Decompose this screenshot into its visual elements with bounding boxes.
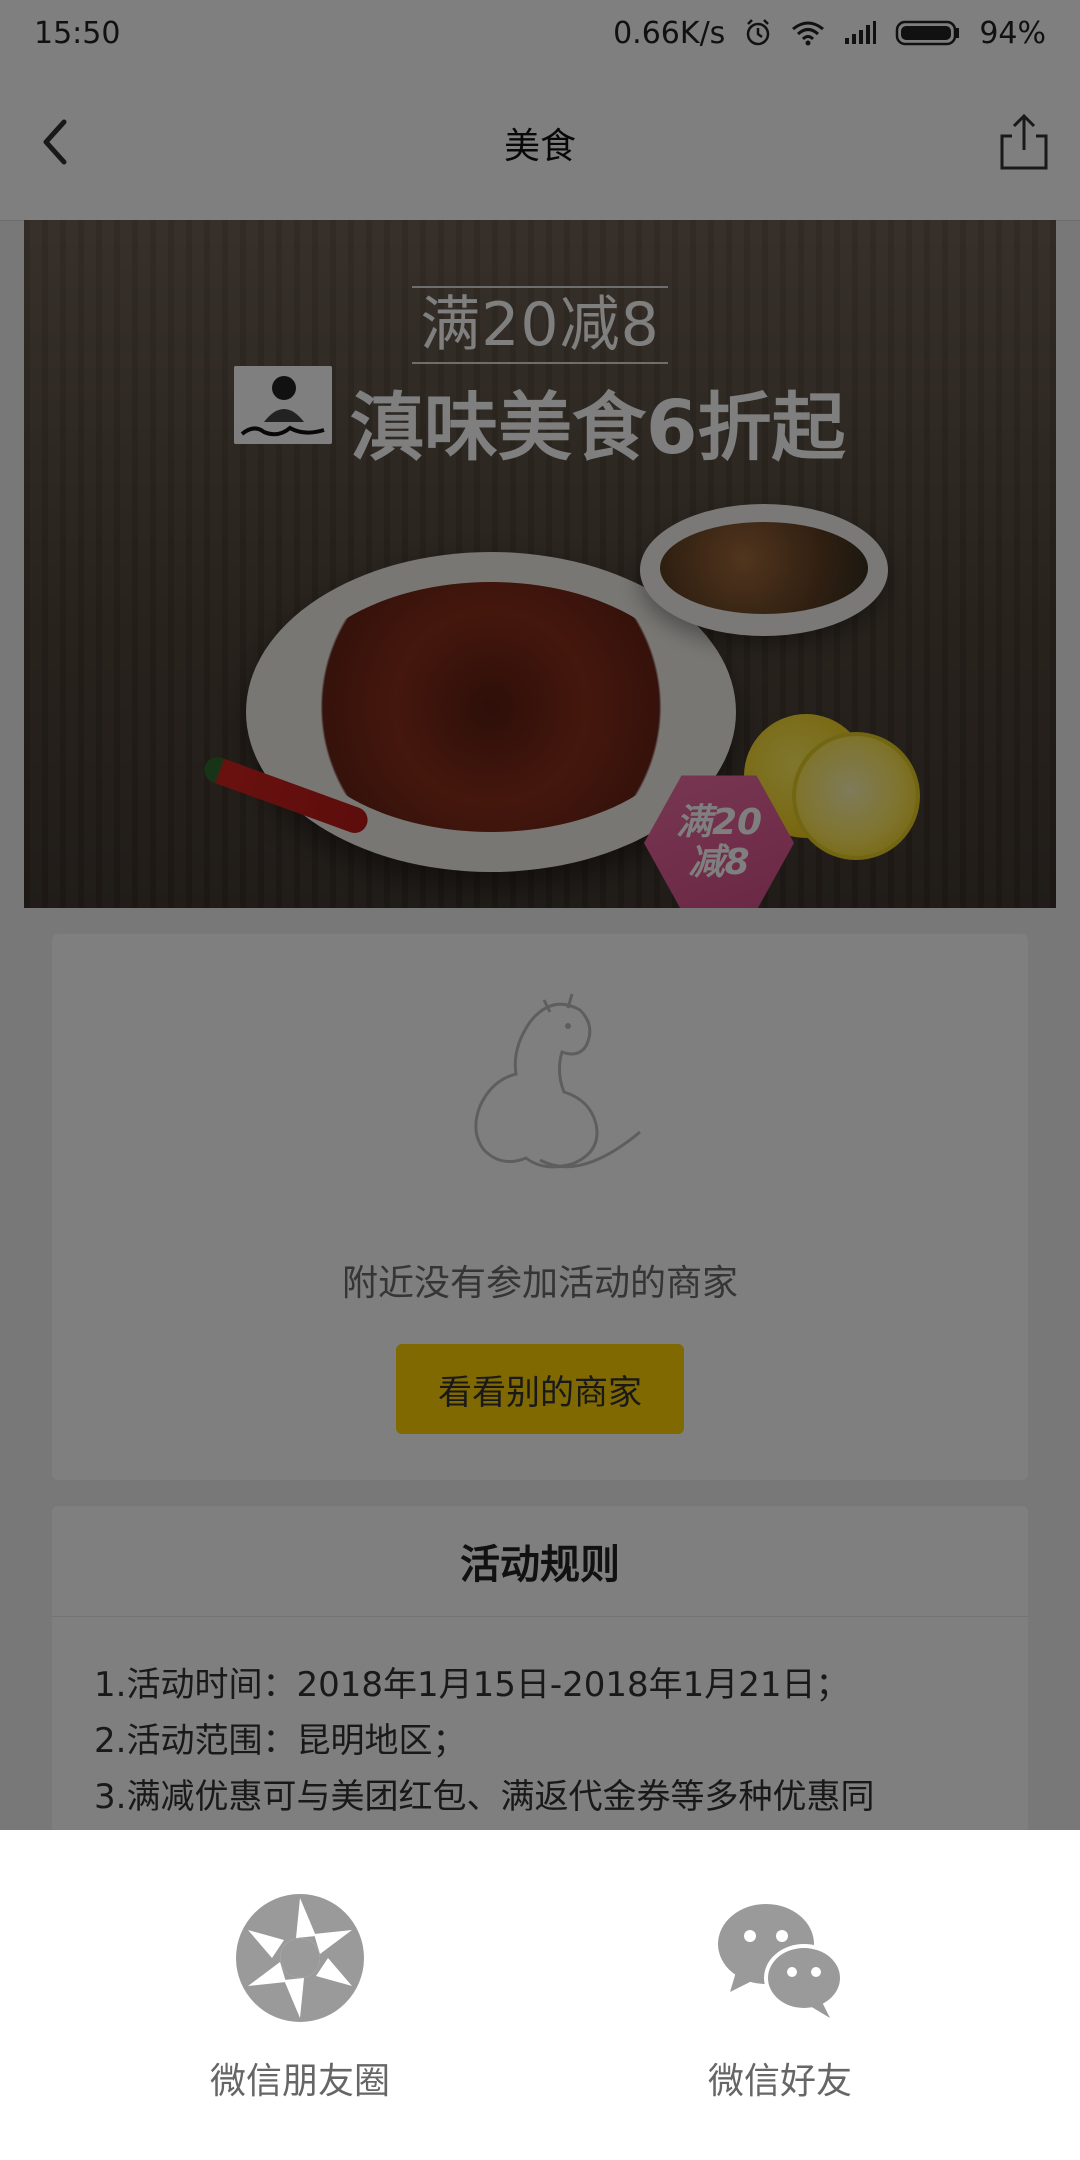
wechat-moments-icon xyxy=(236,1894,364,2022)
share-wechat-friends-label: 微信好友 xyxy=(707,2061,852,2102)
share-sheet: 微信朋友圈 微信好友 xyxy=(0,1830,1080,2160)
share-wechat-moments[interactable]: 微信朋友圈 xyxy=(140,1890,460,2130)
wechat-friends-icon xyxy=(718,1904,844,2018)
share-wechat-moments-label: 微信朋友圈 xyxy=(209,2061,390,2102)
modal-overlay[interactable] xyxy=(0,0,1080,1830)
share-wechat-friends[interactable]: 微信好友 xyxy=(620,1890,940,2130)
